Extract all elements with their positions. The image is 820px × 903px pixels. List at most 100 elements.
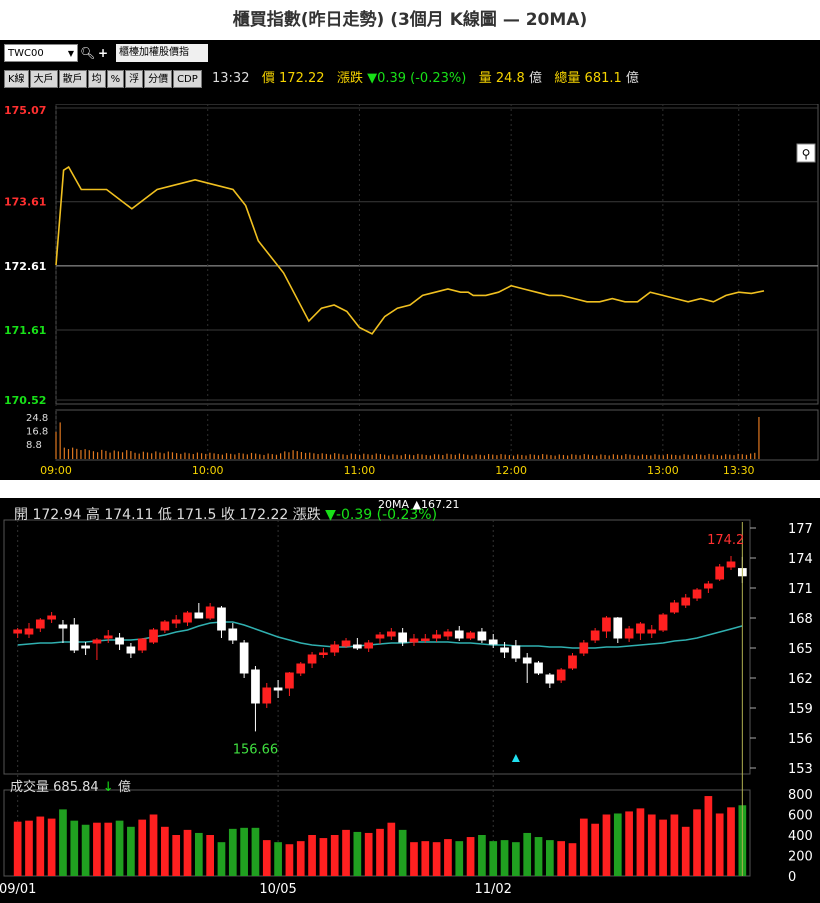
kline-volume-bar xyxy=(625,811,633,876)
candle-body xyxy=(590,630,600,641)
index-name: 櫃檯加權股價指 xyxy=(116,44,208,62)
candle-body xyxy=(692,589,702,599)
kline-volume-bar xyxy=(308,835,316,876)
volume-tick-label: 600 xyxy=(788,809,813,824)
candle-body xyxy=(715,566,725,580)
volume-tick-label: 200 xyxy=(788,850,813,865)
kline-volume-bar xyxy=(727,807,735,876)
price-label: 價 xyxy=(261,71,275,86)
kline-volume-bar xyxy=(387,822,396,876)
kline-volume-bar xyxy=(512,842,520,876)
add-icon[interactable]: + xyxy=(96,44,110,62)
low-annotation: 156.66 xyxy=(233,742,279,757)
kline-volume-bar xyxy=(274,842,282,876)
high-annotation: 174.2 xyxy=(707,533,744,548)
kline-volume-bar xyxy=(47,818,56,876)
price-tick-label: 162 xyxy=(788,672,813,687)
cdp-button[interactable]: CDP xyxy=(173,70,202,88)
kline-volume-bar xyxy=(478,835,486,876)
candle-body xyxy=(183,612,192,623)
time-tick-label: 09:00 xyxy=(40,464,72,477)
candle-body xyxy=(160,621,170,631)
candle-body xyxy=(285,672,294,689)
kline-volume-bar xyxy=(523,832,532,876)
price-tick-label: 153 xyxy=(788,762,813,777)
float-button[interactable]: 浮 xyxy=(125,70,144,88)
kline-volume-bar xyxy=(206,835,215,876)
candle-body xyxy=(364,642,374,649)
price-tick-label: 171.61 xyxy=(4,324,46,337)
kline-volume-bar xyxy=(398,829,407,876)
kline-volume-bar xyxy=(13,821,22,876)
candle-body xyxy=(647,629,657,634)
kline-volume-bar xyxy=(36,816,45,876)
kline-volume-bar xyxy=(489,841,498,876)
candle-body xyxy=(636,623,645,634)
candle-body xyxy=(296,663,306,674)
ohlc-line: 開 172.94 高 174.11 低 171.5 收 172.22 漲跌 ▼-… xyxy=(14,504,437,524)
time-tick-label: 12:00 xyxy=(495,464,527,477)
retail-button[interactable]: 散戶 xyxy=(58,70,87,88)
candle-body xyxy=(92,639,102,644)
kline-volume-bar xyxy=(25,820,33,876)
ticker-select[interactable]: TWC00 ▼ xyxy=(4,44,78,62)
kline-volume-bar xyxy=(70,820,79,876)
high-label: 高 xyxy=(85,507,100,523)
kline-volume-bar xyxy=(579,818,588,876)
candle-body xyxy=(613,617,623,639)
kline-volume-bar xyxy=(693,809,701,876)
candle-body xyxy=(319,652,328,655)
kline-volume-label: 成交量 xyxy=(10,780,50,795)
candle-body xyxy=(205,606,215,619)
search-icon[interactable]: 🔍︎ xyxy=(80,44,95,62)
kline-volume-bar xyxy=(432,842,441,876)
kline-volume-label-line: 成交量 685.84 ↓ 億 xyxy=(10,776,131,795)
candle-body xyxy=(81,645,90,649)
candle-body xyxy=(488,639,498,645)
down-arrow-icon: ↓ xyxy=(102,780,114,795)
kline-volume-bar xyxy=(670,814,679,876)
candle-body xyxy=(409,638,419,643)
candle-body xyxy=(194,612,204,619)
kline-price-frame xyxy=(3,519,751,775)
total-volume-label: 總量 xyxy=(554,71,581,86)
volume-tick-label: 400 xyxy=(788,829,813,844)
average-button[interactable]: 均 xyxy=(87,70,106,88)
price-tick-label: 171 xyxy=(788,582,813,597)
chevron-down-icon[interactable]: ▼ xyxy=(68,45,74,63)
kline-chart: 177 174 171 168 165 162 159 156 153 800 600 400 200 0… xyxy=(0,519,813,897)
price-tick-label: 174 xyxy=(788,552,813,567)
price-tick-label: 173.61 xyxy=(4,196,46,209)
kline-volume-bar xyxy=(342,829,350,876)
intraday-toolbar: TWC00 ▼ 🔍︎ + 櫃檯加權股價指 xyxy=(0,40,820,66)
kline-volume-bar xyxy=(444,839,452,876)
kline-volume-bar xyxy=(715,813,724,876)
kline-volume-bar xyxy=(636,808,645,876)
kline-volume-bar xyxy=(647,814,656,876)
time-tick-label: 13:00 xyxy=(647,464,679,477)
price-distribution-button[interactable]: 分價 xyxy=(144,70,173,88)
candle-body xyxy=(353,644,362,649)
candle-body xyxy=(556,669,566,681)
open-label: 開 xyxy=(14,507,28,523)
kline-volume-bar xyxy=(500,840,509,876)
candle-body xyxy=(466,632,475,639)
kline-volume-bar xyxy=(183,829,192,876)
big-trader-button[interactable]: 大戶 xyxy=(29,70,58,88)
volume-frame xyxy=(55,409,819,461)
percent-button[interactable]: % xyxy=(106,70,125,88)
candle-body xyxy=(307,654,317,664)
candle-body xyxy=(137,638,147,651)
candle-body xyxy=(726,561,736,568)
kline-volume-bar xyxy=(296,841,305,876)
page-title: 櫃買指數(昨日走勢) (3個月 K線圖 — 20MA) xyxy=(232,10,588,30)
kline-volume-bar xyxy=(172,835,181,876)
high-value: 174.11 xyxy=(104,507,154,523)
kline-button[interactable]: K線 xyxy=(4,70,29,88)
candle-body xyxy=(681,597,691,606)
candle-body xyxy=(511,645,521,659)
kline-volume-bar xyxy=(410,842,418,876)
low-value: 171.5 xyxy=(176,507,217,523)
intraday-chart: 175.07 173.61 172.61 171.61 170.52 09:00 10:00… xyxy=(4,104,819,477)
change-label: 漲跌 xyxy=(336,71,363,86)
